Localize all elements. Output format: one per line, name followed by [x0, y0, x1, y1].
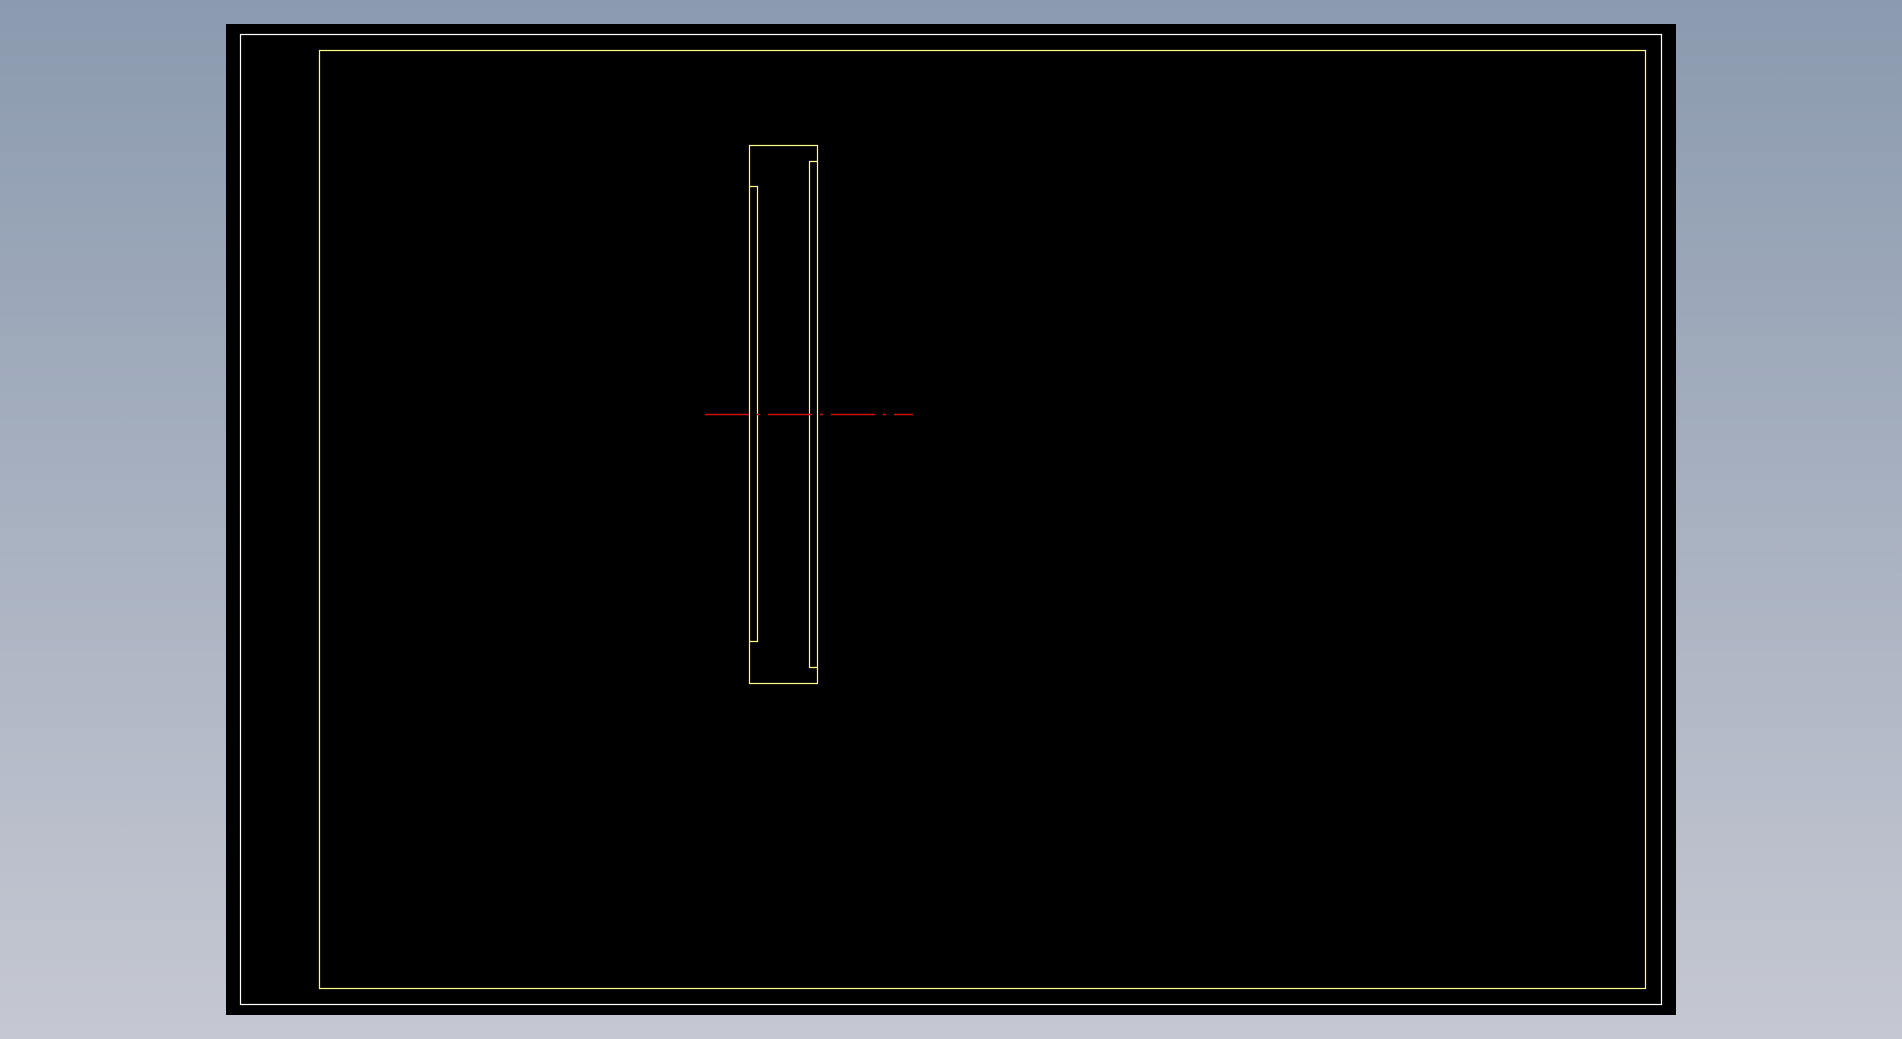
cad-viewport[interactable] — [0, 0, 1902, 1039]
drawing-canvas[interactable] — [0, 0, 1902, 1039]
drawing-sheet — [226, 24, 1676, 1015]
